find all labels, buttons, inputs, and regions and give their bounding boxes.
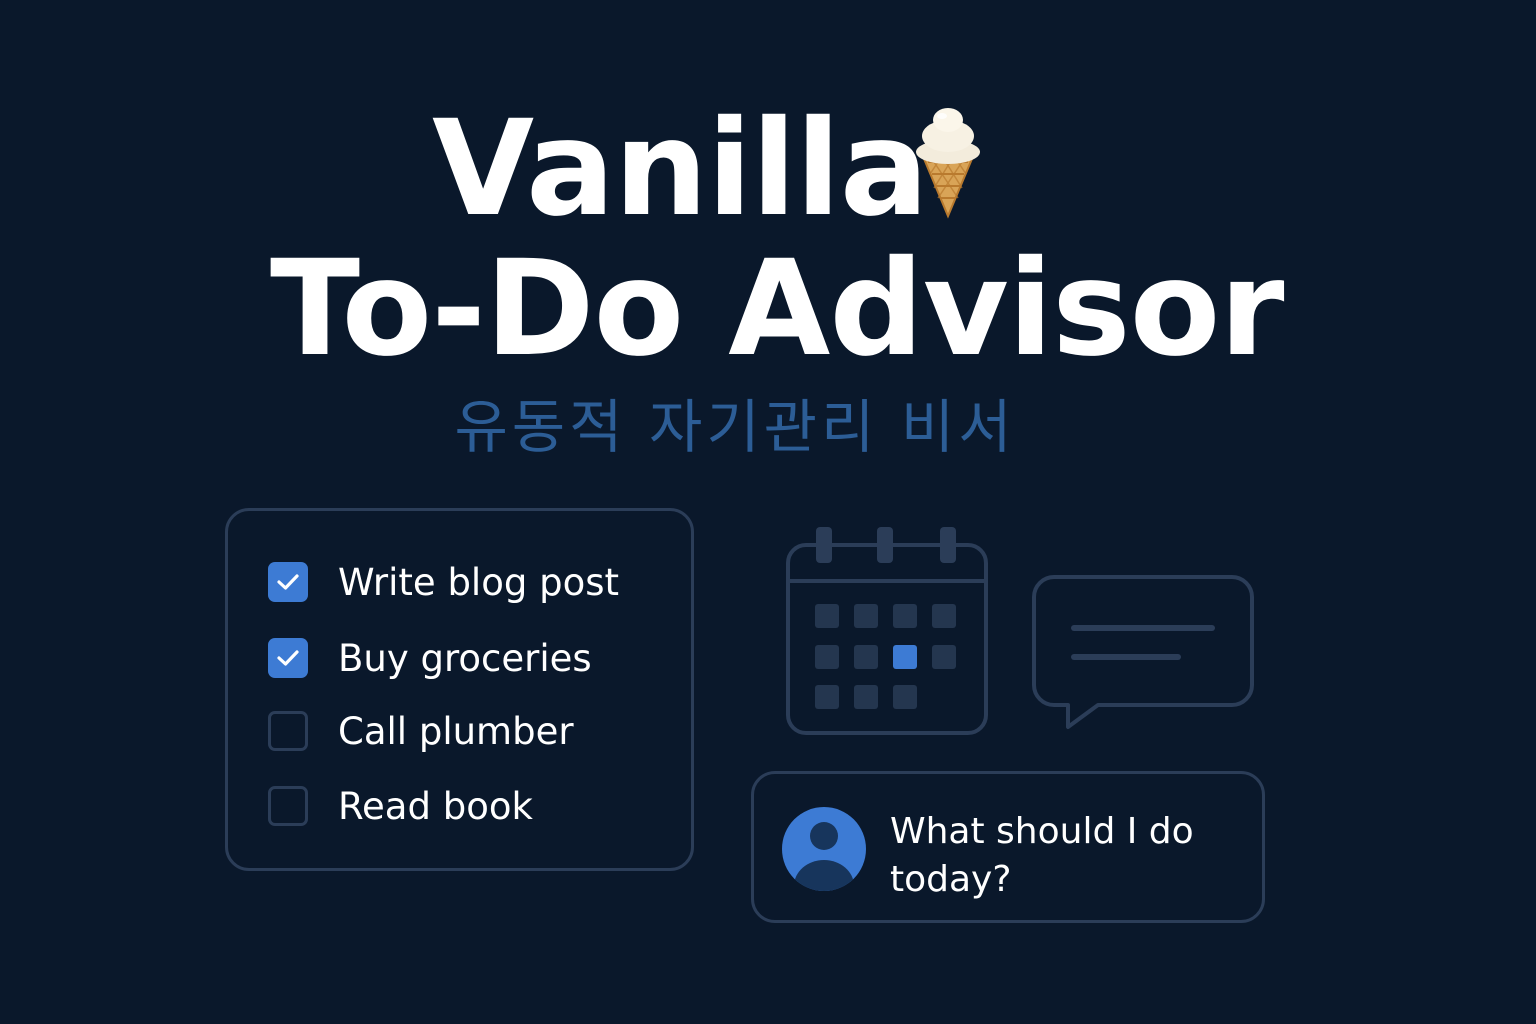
- todo-item-label: Buy groceries: [338, 636, 592, 680]
- checkbox-unchecked[interactable]: [268, 786, 308, 826]
- ice-cream-icon: [916, 108, 980, 219]
- todo-item-buy-groceries[interactable]: Buy groceries: [268, 635, 592, 681]
- todo-item-write-blog-post[interactable]: Write blog post: [268, 559, 619, 605]
- assistant-prompt-text: What should I do today?: [890, 811, 1194, 900]
- user-avatar-icon: [782, 807, 866, 891]
- checkmark-icon: [277, 574, 299, 590]
- checkbox-checked[interactable]: [268, 638, 308, 678]
- checkmark-icon: [277, 650, 299, 666]
- todo-list-panel: Write blog post Buy groceries Call plumb…: [225, 508, 694, 871]
- calendar-today-marker: [893, 645, 917, 669]
- checkbox-checked[interactable]: [268, 562, 308, 602]
- todo-item-label: Read book: [338, 784, 533, 828]
- todo-item-call-plumber[interactable]: Call plumber: [268, 708, 574, 754]
- chat-bubble-icon[interactable]: [1032, 575, 1254, 731]
- title-line-todo-advisor: To-Do Advisor: [270, 232, 1284, 386]
- assistant-query-card[interactable]: What should I do today?: [751, 771, 1265, 923]
- calendar-icon[interactable]: [786, 525, 988, 737]
- app-canvas: Vanilla To-Do Advisor 유동적 자기관리 비서 Write …: [0, 0, 1536, 1024]
- todo-item-read-book[interactable]: Read book: [268, 783, 533, 829]
- todo-item-label: Call plumber: [338, 709, 574, 753]
- checkbox-unchecked[interactable]: [268, 711, 308, 751]
- title-line-vanilla: Vanilla: [432, 92, 929, 246]
- todo-item-label: Write blog post: [338, 560, 620, 604]
- subtitle: 유동적 자기관리 비서: [454, 393, 1016, 461]
